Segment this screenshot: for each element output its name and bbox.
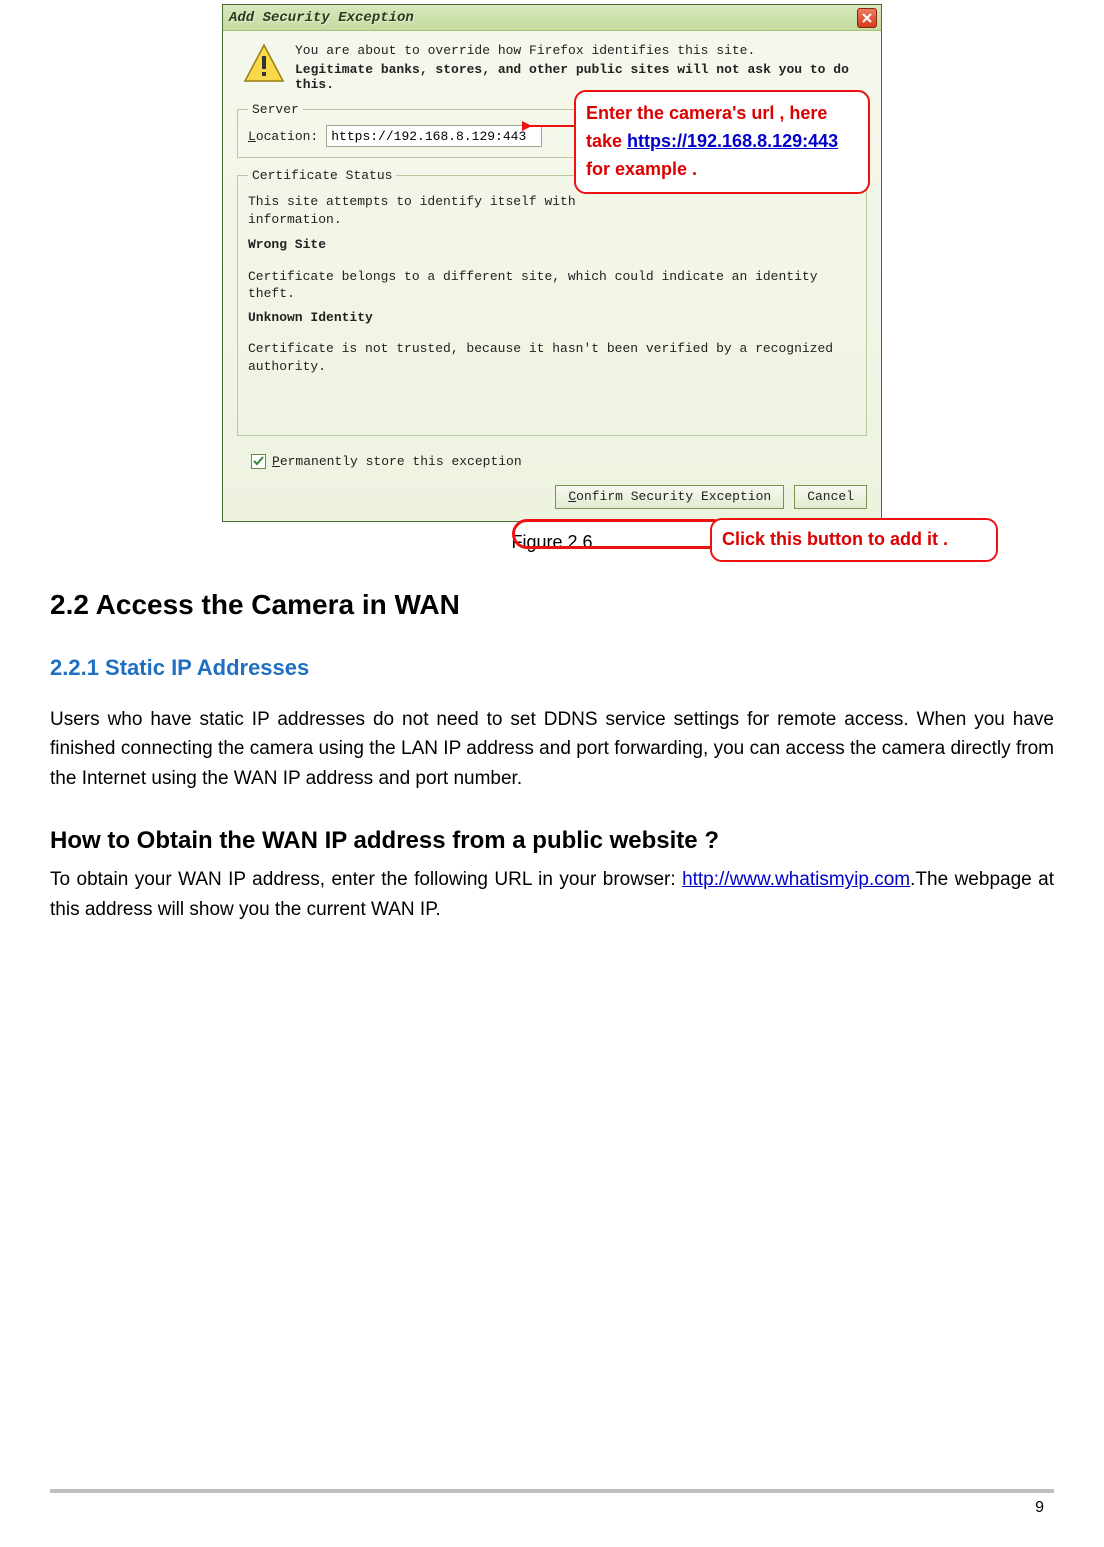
callout-click-button: Click this button to add it .: [710, 518, 998, 562]
page-footer: 9: [0, 1489, 1104, 1517]
paragraph-whatismyip: To obtain your WAN IP address, enter the…: [50, 865, 1054, 924]
location-label: Location:: [248, 129, 318, 144]
close-button[interactable]: [857, 8, 877, 28]
check-icon: [253, 456, 264, 467]
server-legend: Server: [248, 102, 303, 117]
permanent-label: Permanently store this exception: [272, 454, 522, 469]
unknown-identity-heading: Unknown Identity: [248, 309, 856, 327]
warning-icon: [243, 43, 285, 83]
intro-text-2: Legitimate banks, stores, and other publ…: [295, 62, 867, 92]
location-input[interactable]: [326, 125, 542, 147]
close-icon: [862, 13, 872, 23]
wrong-site-text: Certificate belongs to a different site,…: [248, 268, 856, 303]
heading-wan-ip: How to Obtain the WAN IP address from a …: [50, 827, 1054, 855]
heading-2-2: 2.2 Access the Camera in WAN: [50, 589, 1054, 621]
dialog-title: Add Security Exception: [229, 10, 414, 26]
wrong-site-heading: Wrong Site: [248, 236, 856, 254]
cert-status-fieldset: Certificate Status This site attempts to…: [237, 168, 867, 436]
figure-screenshot: Add Security Exception You are about to …: [222, 0, 882, 522]
paragraph-static-ip: Users who have static IP addresses do no…: [50, 705, 1054, 793]
cert-intro-text: This site attempts to identify itself wi…: [248, 193, 856, 228]
dialog-titlebar: Add Security Exception: [223, 5, 881, 31]
cert-legend: Certificate Status: [248, 168, 396, 183]
callout-enter-url: Enter the camera's url , here take https…: [574, 90, 870, 194]
cancel-button[interactable]: Cancel: [794, 485, 867, 509]
dialog-button-row: Confirm Security Exception Cancel: [223, 481, 881, 521]
security-exception-dialog: Add Security Exception You are about to …: [222, 4, 882, 522]
intro-text-1: You are about to override how Firefox id…: [295, 43, 867, 58]
unknown-identity-text: Certificate is not trusted, because it h…: [248, 340, 856, 375]
permanent-checkbox[interactable]: [251, 454, 266, 469]
heading-2-2-1: 2.2.1 Static IP Addresses: [50, 655, 1054, 681]
page-number: 9: [0, 1499, 1104, 1517]
permanent-store-row[interactable]: Permanently store this exception: [251, 454, 867, 469]
whatismyip-link[interactable]: http://www.whatismyip.com: [682, 869, 910, 890]
confirm-security-exception-button[interactable]: Confirm Security Exception: [555, 485, 784, 509]
